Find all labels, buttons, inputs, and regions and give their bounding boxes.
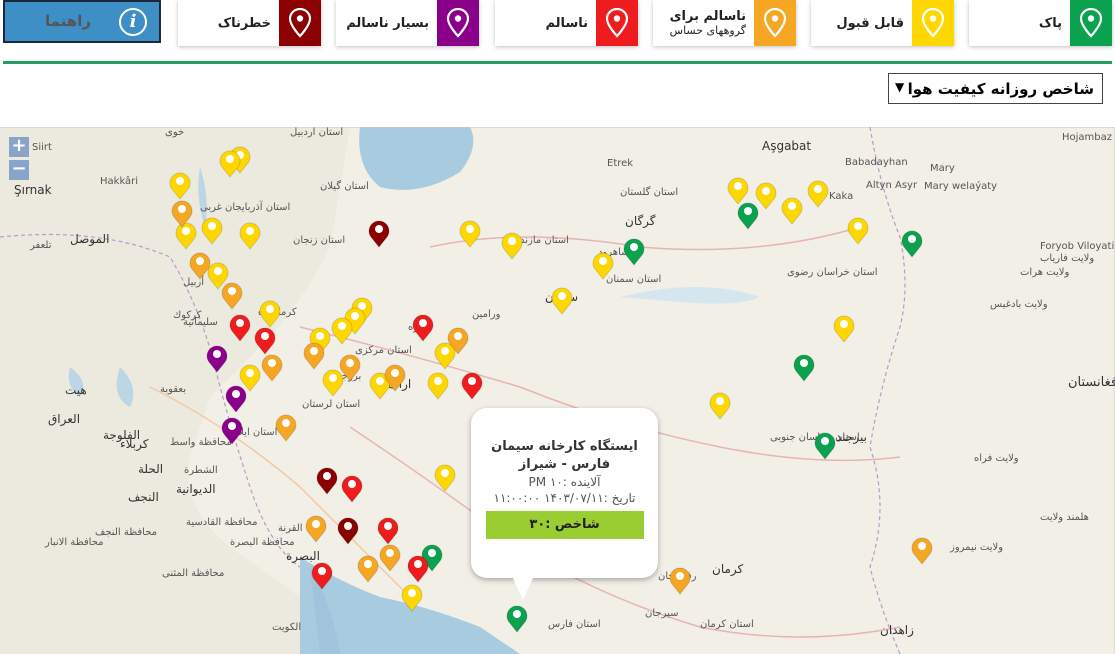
station-marker-acceptable[interactable] — [727, 177, 749, 205]
popup-location: فارس - شیراز — [518, 457, 611, 472]
popup-pollutant: آلاینده :PM ۱۰ — [528, 475, 601, 489]
station-marker-clean[interactable] — [793, 354, 815, 382]
map-pin-icon — [763, 8, 787, 38]
station-marker-unhealthy[interactable] — [412, 314, 434, 342]
legend-swatch — [754, 0, 796, 46]
station-marker-acceptable[interactable] — [434, 464, 456, 492]
help-button-label: راهنما — [45, 12, 91, 30]
legend-label: ناسالم — [545, 15, 588, 31]
station-marker-sensitive[interactable] — [275, 414, 297, 442]
station-marker-very-unhealthy[interactable] — [225, 385, 247, 413]
station-marker-acceptable[interactable] — [755, 182, 777, 210]
station-marker-sensitive[interactable] — [261, 354, 283, 382]
station-marker-acceptable[interactable] — [847, 217, 869, 245]
divider — [3, 61, 1112, 64]
legend-label: قابل قبول — [836, 15, 904, 31]
station-marker-acceptable[interactable] — [592, 252, 614, 280]
station-marker-acceptable[interactable] — [207, 262, 229, 290]
map-pin-icon — [446, 8, 470, 38]
station-marker-clean[interactable] — [506, 605, 528, 633]
station-marker-clean[interactable] — [901, 230, 923, 258]
map-pin-icon — [1079, 8, 1103, 38]
map-pin-icon — [921, 8, 945, 38]
help-button[interactable]: راهنما i — [3, 0, 161, 43]
station-marker-acceptable[interactable] — [239, 364, 261, 392]
station-marker-acceptable[interactable] — [322, 369, 344, 397]
station-marker-unhealthy[interactable] — [254, 327, 276, 355]
station-marker-unhealthy[interactable] — [341, 475, 363, 503]
info-icon: i — [119, 8, 147, 36]
index-select[interactable]: شاخص روزانه کیفیت هوا ▼ — [888, 73, 1103, 104]
station-marker-acceptable[interactable] — [501, 232, 523, 260]
legend-label: خطرناک — [217, 15, 271, 31]
station-marker-acceptable[interactable] — [201, 217, 223, 245]
station-marker-acceptable[interactable] — [807, 180, 829, 208]
station-marker-unhealthy[interactable] — [461, 372, 483, 400]
station-marker-sensitive[interactable] — [221, 282, 243, 310]
station-marker-acceptable[interactable] — [401, 584, 423, 612]
legend-swatch — [1070, 0, 1112, 46]
station-marker-acceptable[interactable] — [709, 392, 731, 420]
station-marker-acceptable[interactable] — [169, 172, 191, 200]
station-marker-hazardous[interactable] — [337, 517, 359, 545]
station-marker-unhealthy[interactable] — [377, 517, 399, 545]
station-marker-unhealthy[interactable] — [311, 562, 333, 590]
legend-swatch — [279, 0, 321, 46]
station-marker-acceptable[interactable] — [175, 222, 197, 250]
legend-item-very-unhealthy: بسیار ناسالم — [336, 0, 479, 46]
station-marker-acceptable[interactable] — [331, 317, 353, 345]
legend-swatch — [437, 0, 479, 46]
station-marker-acceptable[interactable] — [239, 222, 261, 250]
legend-swatch — [596, 0, 638, 46]
station-marker-hazardous[interactable] — [316, 467, 338, 495]
legend-label: بسیار ناسالم — [346, 15, 429, 31]
popup-index-badge: شاخص :۳۰ — [485, 511, 644, 539]
station-marker-unhealthy[interactable] — [407, 555, 429, 583]
map-pin-icon — [605, 8, 629, 38]
station-marker-acceptable[interactable] — [781, 197, 803, 225]
popup-tip — [512, 576, 534, 600]
popup-station-name: ایستگاه کارخانه سیمان — [491, 439, 638, 454]
station-marker-clean[interactable] — [737, 202, 759, 230]
station-marker-acceptable[interactable] — [427, 372, 449, 400]
station-marker-hazardous[interactable] — [368, 220, 390, 248]
legend-item-hazardous: خطرناک — [178, 0, 321, 46]
station-marker-clean[interactable] — [814, 432, 836, 460]
legend-bar: راهنما i پاک قابل قبول ناسالم برای گروههای … — [0, 0, 1115, 48]
legend-label: پاک — [1038, 15, 1062, 31]
legend-item-clean: پاک — [969, 0, 1112, 46]
station-marker-acceptable[interactable] — [259, 300, 281, 328]
station-marker-sensitive[interactable] — [669, 567, 691, 595]
station-marker-unhealthy[interactable] — [229, 314, 251, 342]
legend-item-sensitive: ناسالم برای گروههای حساس — [653, 0, 796, 46]
station-marker-acceptable[interactable] — [551, 287, 573, 315]
station-marker-very-unhealthy[interactable] — [221, 417, 243, 445]
legend-swatch — [912, 0, 954, 46]
station-marker-sensitive[interactable] — [303, 342, 325, 370]
legend-item-acceptable: قابل قبول — [811, 0, 954, 46]
station-marker-sensitive[interactable] — [357, 555, 379, 583]
index-select-value: شاخص روزانه کیفیت هوا — [907, 80, 1094, 98]
map-pin-icon — [288, 8, 312, 38]
legend-sublabel: گروههای حساس — [669, 24, 746, 37]
station-marker-sensitive[interactable] — [379, 544, 401, 572]
station-popup: ایستگاه کارخانه سیمان فارس - شیراز آلاین… — [471, 408, 658, 578]
station-marker-acceptable[interactable] — [459, 220, 481, 248]
popup-date: تاریخ :۱۴۰۳/۰۷/۱۱ ۱۱:۰۰:۰۰ — [493, 491, 636, 505]
station-marker-sensitive[interactable] — [305, 515, 327, 543]
station-marker-clean[interactable] — [623, 238, 645, 266]
station-marker-sensitive[interactable] — [189, 252, 211, 280]
station-marker-acceptable[interactable] — [833, 315, 855, 343]
station-marker-very-unhealthy[interactable] — [206, 345, 228, 373]
chevron-down-icon: ▼ — [895, 80, 905, 94]
legend-label: ناسالم برای — [669, 9, 746, 24]
station-marker-acceptable[interactable] — [219, 150, 241, 178]
legend-item-unhealthy: ناسالم — [495, 0, 638, 46]
station-marker-sensitive[interactable] — [911, 537, 933, 565]
